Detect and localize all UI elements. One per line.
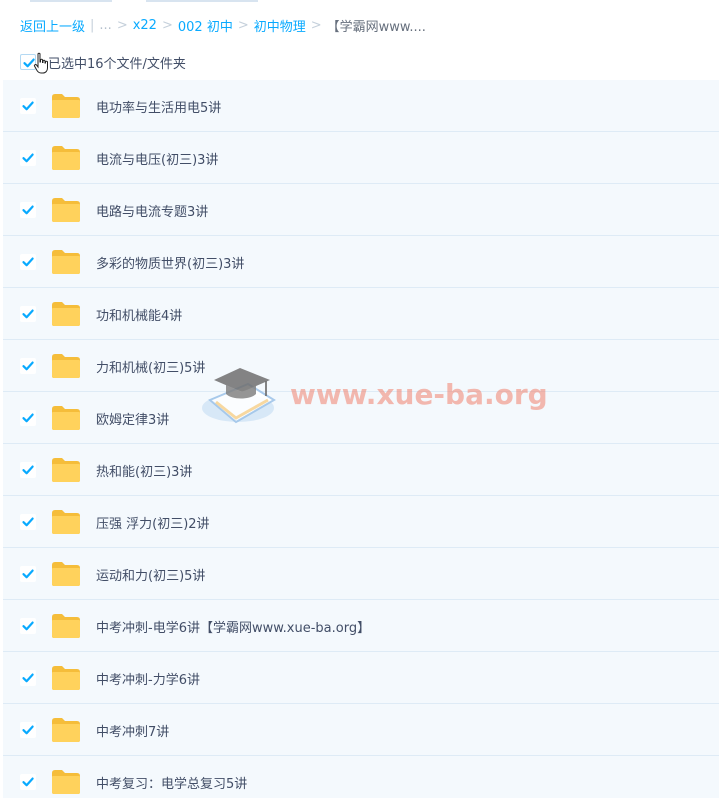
breadcrumb: 返回上一级 | ... > x22 > 002 初中 > 初中物理 > 【学霸网…	[20, 16, 426, 35]
folder-icon	[52, 666, 80, 690]
file-name[interactable]: 电流与电压(初三)3讲	[96, 149, 218, 168]
row-edge	[0, 340, 3, 392]
folder-icon	[52, 458, 80, 482]
row-edge	[0, 80, 3, 132]
row-checkbox[interactable]	[20, 410, 36, 426]
breadcrumb-separator: >	[161, 17, 173, 33]
file-row[interactable]: 中考冲刺-力学6讲	[0, 652, 719, 704]
row-checkbox[interactable]	[20, 618, 36, 634]
row-edge	[0, 132, 3, 184]
breadcrumb-separator: >	[237, 17, 249, 33]
file-name[interactable]: 功和机械能4讲	[96, 305, 182, 324]
row-checkbox[interactable]	[20, 462, 36, 478]
hand-cursor-icon	[33, 52, 48, 74]
file-name[interactable]: 欧姆定律3讲	[96, 409, 169, 428]
folder-icon	[52, 354, 80, 378]
folder-icon	[52, 302, 80, 326]
file-row[interactable]: 力和机械(初三)5讲	[0, 340, 719, 392]
file-row[interactable]: 压强 浮力(初三)2讲	[0, 496, 719, 548]
row-checkbox[interactable]	[20, 722, 36, 738]
file-row[interactable]: 电路与电流专题3讲	[0, 184, 719, 236]
breadcrumb-item-002[interactable]: 002 初中	[178, 16, 233, 35]
file-row[interactable]: 热和能(初三)3讲	[0, 444, 719, 496]
row-edge	[0, 496, 3, 548]
file-name[interactable]: 多彩的物质世界(初三)3讲	[96, 253, 244, 272]
folder-icon	[52, 614, 80, 638]
file-name[interactable]: 中考冲刺7讲	[96, 721, 169, 740]
row-edge	[0, 600, 3, 652]
row-checkbox[interactable]	[20, 150, 36, 166]
row-checkbox[interactable]	[20, 358, 36, 374]
row-checkbox[interactable]	[20, 306, 36, 322]
folder-icon	[52, 198, 80, 222]
row-checkbox[interactable]	[20, 98, 36, 114]
file-row[interactable]: 运动和力(初三)5讲	[0, 548, 719, 600]
row-edge	[0, 288, 3, 340]
folder-icon	[52, 146, 80, 170]
file-name[interactable]: 电功率与生活用电5讲	[96, 97, 221, 116]
breadcrumb-item-x22[interactable]: x22	[133, 18, 157, 33]
file-row[interactable]: 电流与电压(初三)3讲	[0, 132, 719, 184]
folder-icon	[52, 562, 80, 586]
folder-icon	[52, 94, 80, 118]
file-name[interactable]: 热和能(初三)3讲	[96, 461, 192, 480]
row-edge	[0, 704, 3, 756]
folder-icon	[52, 406, 80, 430]
breadcrumb-separator: >	[310, 17, 322, 33]
row-checkbox[interactable]	[20, 202, 36, 218]
row-edge	[0, 444, 3, 496]
file-name[interactable]: 压强 浮力(初三)2讲	[96, 513, 210, 532]
selection-count-label: 已选中16个文件/文件夹	[48, 56, 186, 72]
file-name[interactable]: 中考冲刺-电学6讲【学霸网www.xue-ba.org】	[96, 617, 370, 636]
row-checkbox[interactable]	[20, 774, 36, 790]
folder-icon	[52, 770, 80, 794]
file-row[interactable]: 中考冲刺7讲	[0, 704, 719, 756]
row-edge	[0, 652, 3, 704]
file-row[interactable]: 电功率与生活用电5讲	[0, 80, 719, 132]
row-edge	[0, 756, 3, 798]
row-edge	[0, 184, 3, 236]
row-edge	[0, 548, 3, 600]
file-row[interactable]: 中考冲刺-电学6讲【学霸网www.xue-ba.org】	[0, 600, 719, 652]
file-name[interactable]: 力和机械(初三)5讲	[96, 357, 205, 376]
file-name[interactable]: 电路与电流专题3讲	[96, 201, 208, 220]
folder-icon	[52, 250, 80, 274]
breadcrumb-divider: |	[90, 17, 95, 33]
breadcrumb-separator: >	[116, 17, 128, 33]
folder-icon	[52, 510, 80, 534]
top-tab-accent	[0, 0, 719, 3]
folder-icon	[52, 718, 80, 742]
row-edge	[0, 392, 3, 444]
row-checkbox[interactable]	[20, 566, 36, 582]
row-checkbox[interactable]	[20, 670, 36, 686]
file-list: 电功率与生活用电5讲 电流与电压(初三)3讲 电路与电流专题3讲多彩的物质世界(初三…	[0, 80, 719, 798]
row-checkbox[interactable]	[20, 514, 36, 530]
breadcrumb-current: 【学霸网www....	[326, 19, 426, 35]
breadcrumb-item-physics[interactable]: 初中物理	[254, 16, 306, 35]
row-checkbox[interactable]	[20, 254, 36, 270]
file-row[interactable]: 欧姆定律3讲	[0, 392, 719, 444]
back-link[interactable]: 返回上一级	[20, 16, 85, 35]
row-edge	[0, 236, 3, 288]
file-row[interactable]: 中考复习：电学总复习5讲	[0, 756, 719, 798]
file-name[interactable]: 中考复习：电学总复习5讲	[96, 773, 247, 792]
breadcrumb-ellipsis[interactable]: ...	[99, 18, 111, 33]
file-row[interactable]: 多彩的物质世界(初三)3讲	[0, 236, 719, 288]
file-row[interactable]: 功和机械能4讲	[0, 288, 719, 340]
file-name[interactable]: 中考冲刺-力学6讲	[96, 669, 200, 688]
file-name[interactable]: 运动和力(初三)5讲	[96, 565, 205, 584]
